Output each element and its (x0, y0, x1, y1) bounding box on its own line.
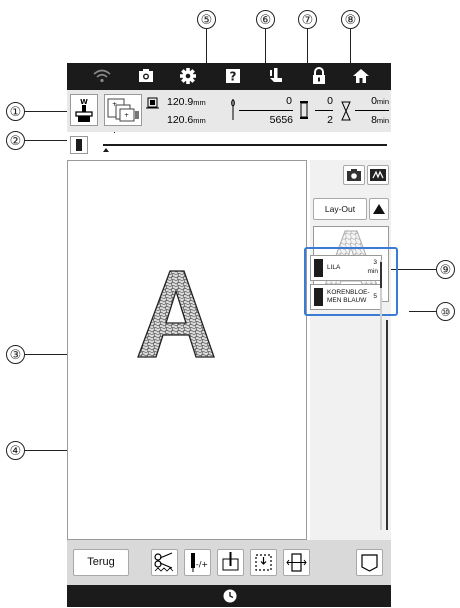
back-button[interactable]: Terug (73, 549, 129, 576)
camera-icon[interactable] (135, 65, 157, 87)
embroidery-edit-button[interactable] (356, 549, 383, 576)
wifi-icon[interactable] (91, 65, 113, 87)
frame-move-button[interactable] (283, 549, 310, 576)
thread-list-box: LILA 3 min KORENBLOE- MEN BLAUW 5 (304, 247, 398, 316)
scrollbar-thumb[interactable] (380, 262, 382, 288)
pattern-size-icon (146, 96, 160, 110)
pattern-width-unit: mm (193, 98, 206, 107)
embroidery-canvas[interactable] (67, 160, 307, 540)
layout-button[interactable]: Lay-Out (313, 198, 367, 220)
thread-swatch-1 (314, 259, 323, 277)
lock-icon[interactable] (308, 65, 330, 87)
color-total: 2 (327, 114, 333, 126)
embroidery-info-bar: W + + 120.9mm 120.6mm 0 5656 0 2 0min 8mi… (67, 90, 391, 132)
thread-swatch-2 (314, 288, 323, 306)
color-divider (315, 110, 333, 111)
thread-item-2[interactable]: KORENBLOE- MEN BLAUW 5 (310, 284, 382, 310)
hourglass-icon (341, 100, 351, 122)
presser-foot-icon[interactable] (265, 65, 287, 87)
needle-position-button[interactable] (217, 549, 244, 576)
thread-spool-icon (299, 98, 309, 122)
time-current-unit: min (376, 97, 389, 106)
trial-button[interactable] (250, 549, 277, 576)
top-toolbar: ? (67, 63, 391, 90)
thread-cut-button[interactable] (151, 549, 178, 576)
thread-item-1[interactable]: LILA 3 min (310, 255, 382, 281)
pattern-height: 120.6mm (167, 114, 206, 126)
callout-10: ⑩ (436, 302, 455, 321)
thread-list-scrollbar[interactable] (380, 260, 382, 530)
callout-5: ⑤ (197, 10, 216, 29)
callout-6: ⑥ (256, 10, 275, 29)
pattern-height-value: 120.6 (167, 114, 194, 126)
thread-name-1: LILA (327, 264, 341, 271)
camera-view-button[interactable] (343, 165, 365, 185)
stitch-divider (239, 110, 293, 111)
time-total-unit: min (376, 116, 389, 125)
status-bar (67, 585, 391, 607)
callout-4: ④ (6, 441, 25, 460)
needle-icon (229, 98, 237, 122)
presser-foot-w-button[interactable]: W (70, 94, 98, 126)
home-icon[interactable] (350, 65, 372, 87)
progress-marker-icon[interactable] (103, 148, 109, 152)
time-total: 8min (353, 114, 389, 126)
thread-value-1: 3 (373, 259, 377, 266)
right-panel-scroll-track (386, 320, 388, 530)
svg-text:-/+: -/+ (196, 560, 208, 569)
callout-3: ③ (6, 345, 25, 364)
clock-icon[interactable] (223, 589, 237, 603)
thread-name-2: KORENBLOE- MEN BLAUW (327, 289, 370, 304)
time-current: 0min (353, 95, 389, 107)
pattern-width-value: 120.9 (167, 96, 194, 108)
time-divider (355, 110, 389, 111)
svg-text:W: W (80, 98, 88, 106)
pattern-height-unit: mm (193, 116, 206, 125)
progress-track[interactable] (103, 144, 387, 146)
svg-text:?: ? (230, 70, 237, 84)
thread-unit-1: min (367, 268, 378, 275)
stitch-total: 5656 (269, 114, 293, 126)
bottom-toolbar: Terug -/+ (67, 540, 391, 585)
svg-text:+: + (112, 101, 117, 108)
thread-value-2: 5 (373, 293, 377, 300)
callout-8: ⑧ (341, 10, 360, 29)
color-current: 0 (327, 95, 333, 107)
callout-2: ② (6, 131, 25, 150)
callout-4-leader (25, 450, 67, 451)
callout-7: ⑦ (298, 10, 317, 29)
callout-9: ⑨ (436, 260, 455, 279)
sewing-progress-bar (67, 133, 391, 157)
right-panel: Lay-Out LILA 3 min KORENBLOE- MEN BLAUW … (304, 160, 398, 540)
gear-icon[interactable] (177, 65, 199, 87)
callout-10-leader (409, 311, 436, 312)
callout-1-leader (25, 111, 67, 112)
current-thread-color (76, 139, 82, 151)
current-thread-swatch[interactable] (70, 136, 88, 154)
embroidery-frame-display[interactable]: + + (104, 94, 142, 126)
help-icon[interactable]: ? (222, 65, 244, 87)
stitch-current: 0 (286, 95, 292, 107)
pattern-width: 120.9mm (167, 96, 206, 108)
fabric-display-button[interactable] (367, 165, 389, 185)
pattern-letter-a (137, 270, 215, 358)
expand-up-button[interactable] (369, 198, 389, 220)
callout-1: ① (6, 102, 25, 121)
tension-button[interactable]: -/+ (184, 549, 211, 576)
svg-text:+: + (124, 112, 129, 119)
